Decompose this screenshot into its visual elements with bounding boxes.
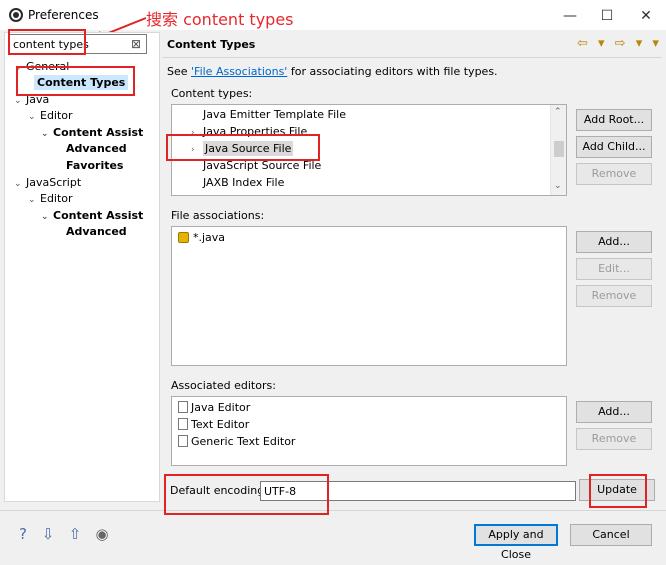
file-associations-label: File associations:	[171, 209, 265, 222]
tree-item-javascript-editor[interactable]: ⌄ Editor	[28, 192, 73, 205]
content-type-item[interactable]: › Java Properties File	[191, 125, 307, 138]
annotation-label: 搜索 content types	[146, 10, 294, 29]
export-icon[interactable]: ⇧	[66, 525, 84, 543]
filter-search-input[interactable]	[9, 34, 147, 54]
page-title: Content Types	[167, 38, 256, 51]
expand-icon[interactable]: ⌄	[41, 212, 53, 222]
default-encoding-input[interactable]	[260, 481, 576, 501]
lock-icon	[178, 232, 189, 243]
tree-item-javascript-content-assist[interactable]: ⌄ Content Assist	[41, 209, 143, 222]
tree-item-java-advanced[interactable]: Advanced	[66, 142, 127, 155]
content-type-item-selected[interactable]: › Java Source File	[191, 141, 294, 156]
editor-item[interactable]: Text Editor	[178, 418, 249, 431]
tree-item-content-types[interactable]: Content Types	[34, 75, 129, 90]
remove-content-type-button[interactable]: Remove	[576, 163, 652, 185]
content-type-item[interactable]: Java Emitter Template File	[191, 108, 346, 121]
tree-item-java-favorites[interactable]: Favorites	[66, 159, 123, 172]
description-text: See 'File Associations' for associating …	[167, 65, 498, 78]
tree-item-general[interactable]: ⌄ General	[14, 60, 69, 73]
generic-editor-icon	[178, 435, 188, 447]
header-divider	[162, 57, 662, 58]
editor-item[interactable]: Java Editor	[178, 401, 250, 414]
tree-item-java[interactable]: ⌄ Java	[14, 93, 49, 106]
update-button[interactable]: Update	[579, 479, 655, 501]
expand-icon[interactable]: ⌄	[41, 129, 53, 139]
scroll-down-icon[interactable]: ⌄	[554, 181, 562, 191]
expand-icon[interactable]: ⌄	[28, 195, 40, 205]
file-association-item[interactable]: *.java	[178, 231, 225, 244]
tree-item-javascript-advanced[interactable]: Advanced	[66, 225, 127, 238]
apply-and-close-button[interactable]: Apply and Close	[474, 524, 558, 561]
tree-item-java-editor[interactable]: ⌄ Editor	[28, 109, 73, 122]
remove-editor-button[interactable]: Remove	[576, 428, 652, 450]
minimize-button[interactable]: —	[550, 5, 590, 27]
text-editor-icon	[178, 418, 188, 430]
eclipse-icon	[9, 8, 23, 22]
help-icon[interactable]: ?	[14, 525, 32, 543]
remove-file-association-button[interactable]: Remove	[576, 285, 652, 307]
vertical-scrollbar[interactable]: ⌃ ⌄	[550, 105, 566, 195]
add-root-button[interactable]: Add Root...	[576, 109, 652, 131]
clear-search-icon[interactable]: ⊠	[131, 37, 141, 51]
cancel-button[interactable]: Cancel	[570, 524, 652, 546]
editor-item[interactable]: Generic Text Editor	[178, 435, 295, 448]
content-types-label: Content types:	[171, 87, 253, 100]
maximize-button[interactable]: ☐	[587, 5, 627, 27]
expand-icon[interactable]: ⌄	[28, 112, 40, 122]
edit-file-association-button[interactable]: Edit...	[576, 258, 652, 280]
content-types-tree[interactable]: Java Emitter Template File › Java Propert…	[171, 104, 567, 196]
expand-icon[interactable]: ⌄	[14, 63, 26, 73]
scrollbar-thumb[interactable]	[554, 141, 564, 157]
associated-editors-label: Associated editors:	[171, 379, 276, 392]
scroll-up-icon[interactable]: ⌃	[554, 107, 562, 117]
file-associations-link[interactable]: 'File Associations'	[191, 65, 287, 78]
add-file-association-button[interactable]: Add...	[576, 231, 652, 253]
associated-editors-list[interactable]: Java Editor Text Editor Generic Text Edi…	[171, 396, 567, 466]
expand-icon[interactable]: ⌄	[14, 96, 26, 106]
content-type-item[interactable]: JAXB Index File	[191, 176, 284, 189]
content-type-item[interactable]: JavaScript Source File	[191, 159, 321, 172]
footer-divider	[0, 510, 666, 511]
file-associations-list[interactable]: *.java	[171, 226, 567, 366]
navigation-arrows-icon[interactable]: ⇦ ▾ ⇨ ▾ ▾	[577, 36, 662, 51]
import-icon[interactable]: ⇩	[39, 525, 57, 543]
tree-item-java-content-assist[interactable]: ⌄ Content Assist	[41, 126, 143, 139]
tree-item-javascript[interactable]: ⌄ JavaScript	[14, 176, 81, 189]
java-editor-icon	[178, 401, 188, 413]
expand-icon[interactable]: ⌄	[14, 179, 26, 189]
add-editor-button[interactable]: Add...	[576, 401, 652, 423]
close-button[interactable]: ✕	[626, 5, 666, 27]
default-encoding-label: Default encoding:	[170, 484, 268, 497]
add-child-button[interactable]: Add Child...	[576, 136, 652, 158]
record-icon[interactable]: ◉	[93, 525, 111, 543]
